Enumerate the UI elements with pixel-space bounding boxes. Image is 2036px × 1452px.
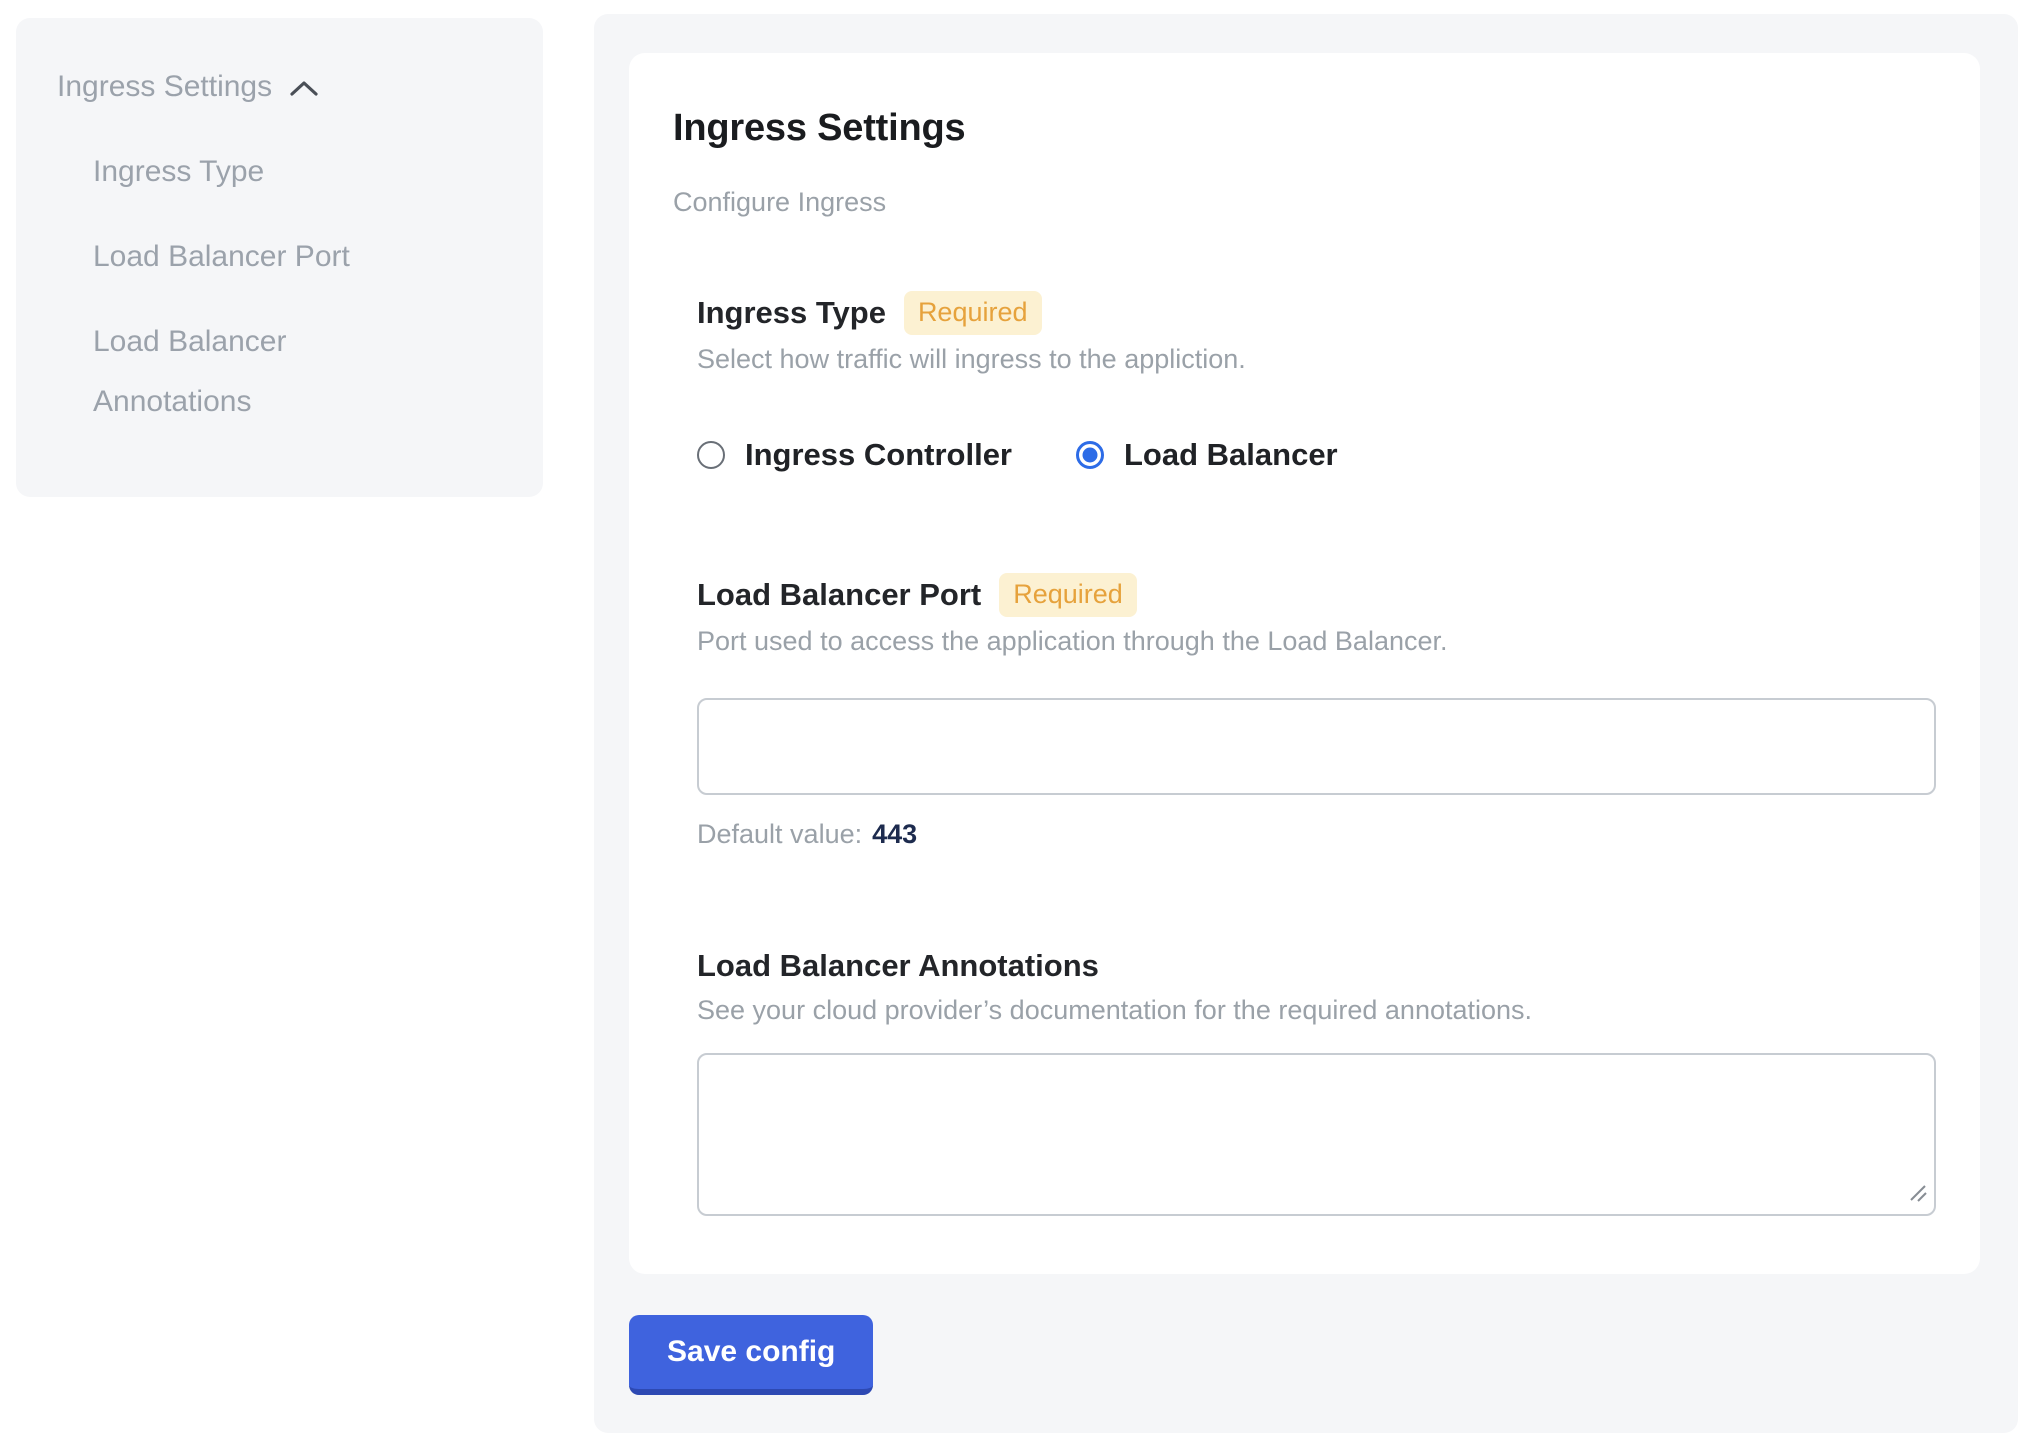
- ingress-type-description: Select how traffic will ingress to the a…: [697, 342, 1936, 376]
- load-balancer-port-label: Load Balancer Port: [697, 575, 981, 615]
- radio-option-ingress-controller[interactable]: Ingress Controller: [697, 436, 1012, 474]
- load-balancer-annotations-label: Load Balancer Annotations: [697, 946, 1099, 986]
- radio-option-load-balancer[interactable]: Load Balancer: [1076, 436, 1338, 474]
- fields-container: Ingress Type Required Select how traffic…: [697, 291, 1936, 1216]
- radio-label-ingress-controller: Ingress Controller: [745, 436, 1012, 474]
- sidebar-anchor-list: Ingress Type Load Balancer Port Load Bal…: [93, 142, 503, 432]
- sidebar-item-load-balancer-port[interactable]: Load Balancer Port: [93, 227, 433, 287]
- settings-sidebar: Ingress Settings Ingress Type Load Balan…: [16, 18, 543, 497]
- default-value-line: Default value: 443: [697, 817, 1936, 851]
- required-badge: Required: [904, 291, 1042, 335]
- ingress-type-label-row: Ingress Type Required: [697, 291, 1936, 335]
- save-config-button[interactable]: Save config: [629, 1315, 873, 1395]
- ingress-type-radio-group: Ingress Controller Load Balancer: [697, 436, 1936, 474]
- radio-ingress-controller[interactable]: [697, 441, 725, 469]
- ingress-type-label: Ingress Type: [697, 293, 886, 333]
- load-balancer-port-input[interactable]: [697, 698, 1936, 795]
- sidebar-group-ingress-settings[interactable]: Ingress Settings: [57, 68, 503, 106]
- load-balancer-port-label-row: Load Balancer Port Required: [697, 573, 1936, 617]
- load-balancer-annotations-textarea[interactable]: [697, 1053, 1936, 1216]
- load-balancer-annotations-description: See your cloud provider’s documentation …: [697, 993, 1936, 1027]
- field-load-balancer-port: Load Balancer Port Required Port used to…: [697, 573, 1936, 851]
- sidebar-item-load-balancer-annotations[interactable]: Load Balancer Annotations: [93, 312, 433, 432]
- chevron-up-icon: [289, 79, 319, 99]
- load-balancer-port-description: Port used to access the application thro…: [697, 624, 1936, 658]
- page-title: Ingress Settings: [673, 105, 1936, 151]
- field-ingress-type: Ingress Type Required Select how traffic…: [697, 291, 1936, 474]
- page-subtitle: Configure Ingress: [673, 185, 1936, 219]
- sidebar-item-ingress-type[interactable]: Ingress Type: [93, 142, 433, 202]
- ingress-settings-card: Ingress Settings Configure Ingress Ingre…: [629, 53, 1980, 1274]
- load-balancer-annotations-label-row: Load Balancer Annotations: [697, 946, 1936, 986]
- main-panel: Ingress Settings Configure Ingress Ingre…: [594, 14, 2018, 1433]
- radio-load-balancer[interactable]: [1076, 441, 1104, 469]
- field-load-balancer-annotations: Load Balancer Annotations See your cloud…: [697, 946, 1936, 1216]
- annotations-textarea-wrap: [697, 1053, 1936, 1216]
- default-value-number: 443: [872, 817, 917, 851]
- radio-label-load-balancer: Load Balancer: [1124, 436, 1338, 474]
- default-value-label: Default value:: [697, 817, 862, 851]
- sidebar-group-label: Ingress Settings: [57, 68, 272, 106]
- required-badge: Required: [999, 573, 1137, 617]
